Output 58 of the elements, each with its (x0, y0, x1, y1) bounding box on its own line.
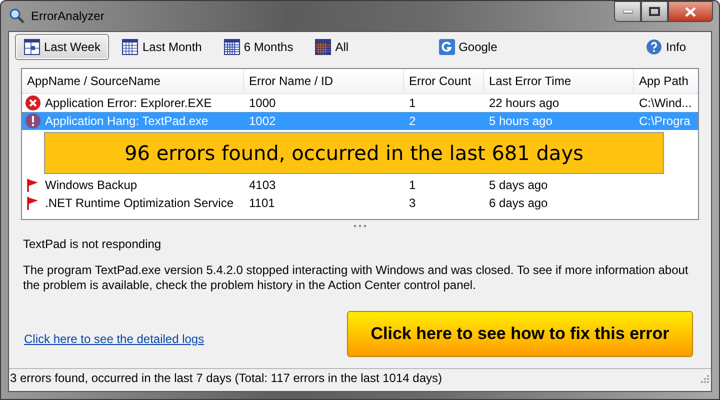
toolbar-button[interactable]: 6 Months (214, 34, 302, 60)
table-cell-text: 1 (408, 95, 417, 112)
summary-banner: 96 errors found, occurred in the last 681 days (44, 132, 664, 174)
table-cell-text: C:\Progra (638, 113, 692, 130)
minimize-button[interactable] (614, 1, 641, 22)
table-cell-text: 1101 (248, 195, 276, 212)
calendar-icon (315, 39, 332, 55)
flag-icon (26, 178, 40, 192)
table-row[interactable]: Windows Backup 4103 1 5 days ago (22, 176, 698, 194)
table-row[interactable]: .NET Runtime Optimization Service 1101 3 6 days ago (22, 194, 698, 212)
table-cell-text: 5 hours ago (488, 113, 554, 130)
table-cell-text: Windows Backup (44, 177, 138, 194)
error-title: TextPad is not responding (23, 237, 162, 251)
table-cell-text: C:\Wind... (638, 95, 693, 112)
toolbar-button[interactable]: All (306, 34, 358, 60)
close-icon (685, 6, 696, 16)
window-title: ErrorAnalyzer (31, 9, 106, 23)
magnifier-icon (9, 8, 25, 24)
toolbar-button[interactable]: Google (430, 34, 506, 60)
maximize-icon (649, 7, 660, 16)
column-header[interactable]: App Path (634, 69, 698, 93)
search-logo-icon (438, 39, 455, 55)
close-button[interactable] (668, 1, 713, 22)
table-cell-text: 1 (408, 177, 417, 194)
calendar-icon (24, 39, 40, 55)
column-header[interactable]: AppName / SourceName (22, 69, 244, 93)
toolbar-button[interactable]: Last Week (15, 34, 110, 60)
maximize-button[interactable] (641, 1, 668, 22)
table-cell-text: 5 days ago (488, 177, 549, 194)
flag-icon (26, 196, 40, 210)
column-header[interactable]: Error Name / ID (244, 69, 404, 93)
resize-grip-icon[interactable] (699, 373, 709, 383)
column-header[interactable]: Last Error Time (484, 69, 634, 93)
warning-icon (25, 113, 41, 129)
error-icon (25, 95, 41, 111)
table-cell-text: 1002 (248, 113, 277, 130)
help-icon (646, 39, 662, 55)
table-cell-text: 4103 (248, 177, 277, 194)
calendar-icon (122, 39, 138, 55)
status-text: 3 errors found, occurred in the last 7 days (Total: 117 errors in the last 1014 days) (10, 371, 443, 385)
toolbar-button[interactable]: Info (636, 34, 695, 60)
splitter-grip-icon[interactable] (354, 224, 366, 228)
error-message: The program TextPad.exe version 5.4.2.0 stopped interacting with Windows and was closed. To see if more information about the problem is available, check the problem history in the Action Center control panel. (23, 263, 690, 293)
table-row[interactable]: Application Error: Explorer.EXE 1000 1 22 hours ago C:\Wind... (22, 94, 698, 112)
toolbar-button[interactable]: Last Month (113, 34, 211, 60)
table-cell-text: 3 (408, 195, 417, 212)
table-cell-text: 22 hours ago (488, 95, 560, 112)
calendar-icon (224, 39, 240, 55)
table-cell-text: 2 (408, 113, 417, 130)
logs-link[interactable]: Click here to see the detailed logs (24, 332, 204, 346)
table-cell-text: 1000 (248, 95, 277, 112)
table-cell-text: Application Error: Explorer.EXE (44, 95, 213, 112)
table-cell-text: Application Hang: TextPad.exe (44, 113, 210, 130)
column-header[interactable]: Error Count (404, 69, 484, 93)
fix-error-button[interactable]: Click here to see how to fix this error (347, 311, 693, 357)
minimize-icon (622, 10, 632, 14)
table-cell-text: 6 days ago (488, 195, 549, 212)
table-cell-text: .NET Runtime Optimization Service (44, 195, 235, 212)
